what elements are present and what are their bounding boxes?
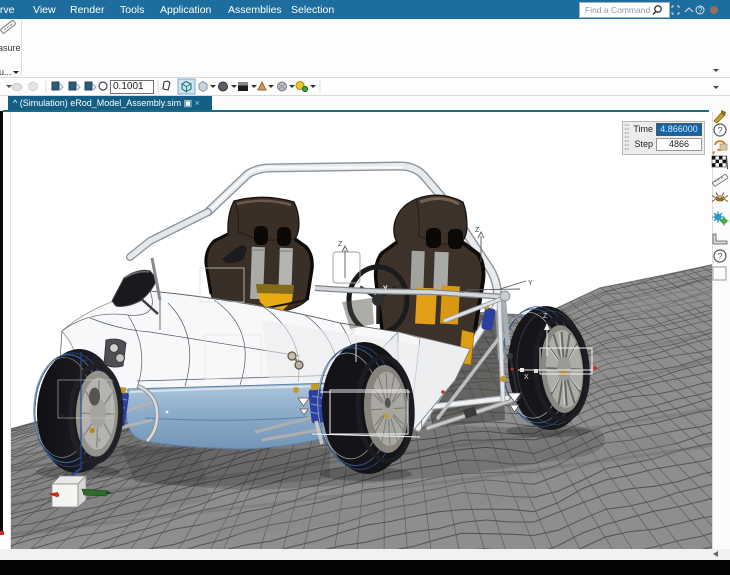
svg-text:X: X: [459, 288, 464, 295]
svg-text:Z: Z: [475, 227, 480, 234]
svg-text:X: X: [60, 414, 65, 421]
svg-text:?: ?: [718, 126, 723, 136]
svg-text:Y: Y: [383, 285, 388, 292]
svg-text:?: ?: [698, 6, 703, 15]
svg-text:?: ?: [718, 252, 723, 262]
svg-text:Z: Z: [338, 241, 343, 248]
svg-text:Z: Z: [351, 329, 356, 336]
svg-text:Z: Z: [543, 313, 548, 320]
svg-text:X: X: [524, 374, 529, 381]
svg-text:Z: Z: [84, 356, 89, 363]
svg-text:Y: Y: [528, 280, 533, 287]
